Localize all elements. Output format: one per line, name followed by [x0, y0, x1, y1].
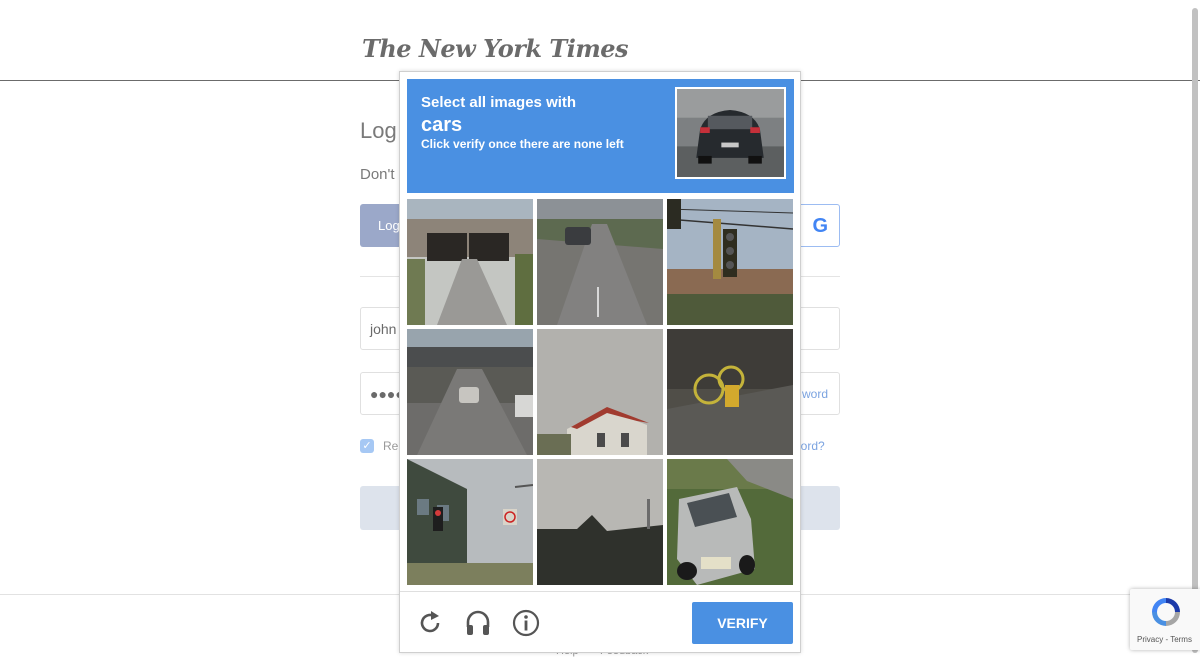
tile-road-car[interactable]: [537, 199, 663, 325]
scrollbar[interactable]: [1192, 8, 1198, 653]
remember-me-label: Re: [383, 439, 399, 453]
show-password-link[interactable]: word: [802, 387, 828, 401]
signup-prompt: Don't: [360, 166, 395, 183]
tile-house-roof[interactable]: [537, 329, 663, 455]
tile-underpass[interactable]: [407, 199, 533, 325]
privacy-terms-links[interactable]: Privacy - Terms: [1137, 635, 1192, 644]
page: The New York Times Log Don't Log G john …: [0, 0, 1200, 663]
login-title: Log: [360, 118, 397, 143]
sample-car-image: [675, 87, 786, 179]
challenge-target: cars: [421, 114, 463, 136]
nyt-logo[interactable]: The New York Times: [362, 34, 629, 63]
tile-silver-suv[interactable]: [667, 459, 793, 585]
tile-dark-rooftop[interactable]: [537, 459, 663, 585]
facebook-login-label: Log: [378, 218, 400, 233]
tile-bicycle[interactable]: [667, 329, 793, 455]
tile-bridge-traffic[interactable]: [407, 329, 533, 455]
masthead: The New York Times: [0, 0, 1200, 81]
tile-building-signal[interactable]: [407, 459, 533, 585]
email-value: john: [370, 321, 397, 337]
recaptcha-logo-icon: [1149, 595, 1183, 629]
challenge-footer-divider: [400, 591, 800, 592]
tile-traffic-light[interactable]: [667, 199, 793, 325]
challenge-header: Select all images with cars Click verify…: [407, 79, 794, 193]
verify-button[interactable]: VERIFY: [692, 602, 793, 644]
info-icon[interactable]: [511, 608, 541, 638]
challenge-subinstruction: Click verify once there are none left: [421, 137, 624, 151]
recaptcha-badge[interactable]: Privacy - Terms: [1130, 589, 1200, 650]
audio-icon[interactable]: [463, 608, 493, 638]
recaptcha-challenge: Select all images with cars Click verify…: [399, 71, 801, 653]
google-icon: G: [812, 215, 828, 237]
remember-me-checkbox[interactable]: ✓: [360, 439, 374, 453]
reload-icon[interactable]: [415, 608, 445, 638]
challenge-instruction: Select all images with: [421, 94, 577, 111]
